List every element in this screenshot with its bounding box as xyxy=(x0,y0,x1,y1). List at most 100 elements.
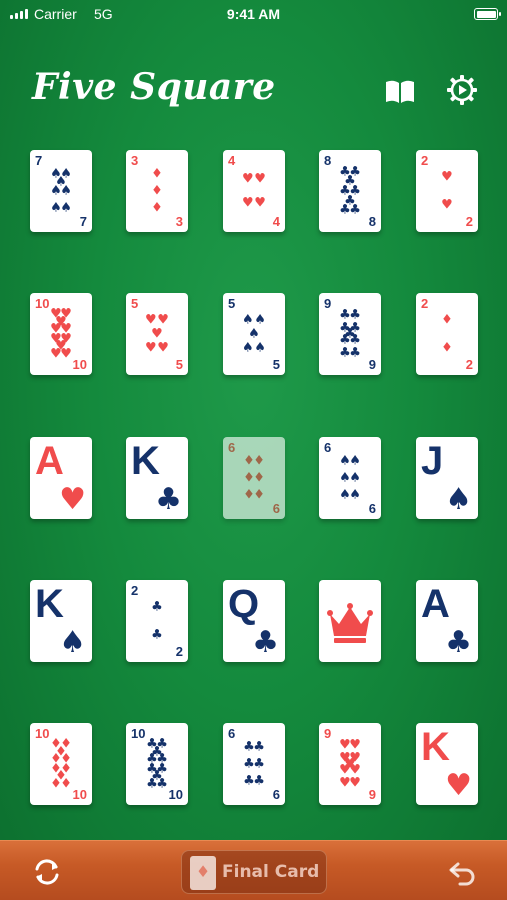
card-rank: 9 xyxy=(368,787,376,802)
card-rank: 3 xyxy=(175,214,183,229)
suit-pip: ♥ xyxy=(242,171,254,187)
card-rank: 6 xyxy=(228,726,236,741)
card-r1-c4[interactable]: 8 8 ♣ ♣ ♣ ♣ ♣ ♣ ♣ ♣ xyxy=(319,150,381,232)
suit-pip: ♥ xyxy=(242,195,254,211)
final-card-label: Final Card xyxy=(222,862,320,882)
card-rank: 3 xyxy=(131,153,139,168)
joker-card[interactable] xyxy=(319,580,381,662)
suit-pip: ♥ xyxy=(145,340,157,356)
card-rank: 2 xyxy=(421,153,429,168)
suit-pip: ♦ xyxy=(253,487,265,503)
card-r1-c1[interactable]: 7 7 ♠ ♠ ♠ ♠ ♠ ♠ ♠ xyxy=(30,150,92,232)
card-r2-c4[interactable]: 9 9 ♣ ♣ ♣ ♣ ♣ ♣ ♣ ♣ ♣ xyxy=(319,293,381,375)
suit-pip: ♠ xyxy=(254,312,266,328)
suit-pip: ♥ xyxy=(254,195,266,211)
card-r5-c3[interactable]: 6 6 ♣ ♣ ♣ ♣ ♣ ♣ xyxy=(223,723,285,805)
card-r5-c5[interactable]: K ♥ xyxy=(416,723,478,805)
card-rank: 10 xyxy=(168,787,183,802)
card-r2-c1[interactable]: 10 10 ♥ ♥ ♥ ♥ ♥ ♥ ♥ ♥ ♥ ♥ xyxy=(30,293,92,375)
card-rank: 7 xyxy=(35,153,43,168)
card-suit: ♠ xyxy=(59,625,86,660)
suit-pip: ♦ xyxy=(253,470,265,486)
card-rank: 9 xyxy=(368,357,376,372)
card-r3-c5[interactable]: J ♠ xyxy=(416,437,478,519)
card-rank: K xyxy=(35,582,64,626)
card-suit: ♠ xyxy=(445,482,472,517)
card-rank: K xyxy=(421,725,450,769)
card-rank: 10 xyxy=(72,787,87,802)
suit-pip: ♣ xyxy=(253,739,265,755)
card-rank: 9 xyxy=(324,296,332,311)
card-rank: 10 xyxy=(72,357,87,372)
card-rank: 6 xyxy=(272,787,280,802)
card-rank: 2 xyxy=(421,296,429,311)
suit-pip: ♦ xyxy=(253,453,265,469)
card-r1-c3[interactable]: 4 4 ♥ ♥ ♥ ♥ xyxy=(223,150,285,232)
card-r3-c4[interactable]: 6 6 ♠ ♠ ♠ ♠ ♠ ♠ xyxy=(319,437,381,519)
crown-icon xyxy=(327,603,373,643)
suit-pip: ♠ xyxy=(242,312,254,328)
card-rank: 7 xyxy=(79,214,87,229)
suit-pip: ♠ xyxy=(349,470,361,486)
card-rank: 2 xyxy=(175,644,183,659)
card-r2-c5[interactable]: 2 2 ♦ ♦ xyxy=(416,293,478,375)
card-r4-c1[interactable]: K ♠ xyxy=(30,580,92,662)
suit-pip: ♥ xyxy=(151,326,163,342)
suit-pip: ♥ xyxy=(145,312,157,328)
card-r5-c1[interactable]: 10 10 ♦ ♦ ♦ ♦ ♦ ♦ ♦ ♦ ♦ ♦ xyxy=(30,723,92,805)
suit-pip: ♠ xyxy=(60,183,72,199)
suit-pip: ♥ xyxy=(441,197,453,213)
card-r4-c3[interactable]: Q ♣ xyxy=(223,580,285,662)
bottom-toolbar: ♦ Final Card xyxy=(0,840,507,900)
card-rank: 4 xyxy=(228,153,236,168)
card-rank: 6 xyxy=(272,501,280,516)
card-rank: K xyxy=(131,439,160,483)
undo-icon[interactable] xyxy=(446,855,480,889)
card-rank: 8 xyxy=(324,153,332,168)
suit-pip: ♦ xyxy=(151,200,163,216)
card-rank: 5 xyxy=(131,296,139,311)
suit-pip: ♠ xyxy=(242,340,254,356)
card-suit: ♣ xyxy=(252,625,279,660)
card-r4-c2[interactable]: 2 2 ♣ ♣ xyxy=(126,580,188,662)
final-card-button[interactable]: ♦ Final Card xyxy=(181,850,327,894)
card-rank: 10 xyxy=(35,296,50,311)
card-r3-c3[interactable]: 6 6 ♦ ♦ ♦ ♦ ♦ ♦ xyxy=(223,437,285,519)
suit-pip: ♦ xyxy=(151,183,163,199)
card-r5-c4[interactable]: 9 9 ♥ ♥ ♥ ♥ ♥ ♥ ♥ ♥ ♥ xyxy=(319,723,381,805)
suit-pip: ♥ xyxy=(157,312,169,328)
card-rank: 5 xyxy=(228,296,236,311)
card-rank: 4 xyxy=(272,214,280,229)
card-rank: 2 xyxy=(465,357,473,372)
suit-pip: ♥ xyxy=(60,346,72,362)
suit-pip: ♦ xyxy=(441,312,453,328)
card-r1-c2[interactable]: 3 3 ♦ ♦ ♦ xyxy=(126,150,188,232)
refresh-icon[interactable] xyxy=(30,855,64,889)
card-rank: 6 xyxy=(324,440,332,455)
card-r1-c5[interactable]: 2 2 ♥ ♥ xyxy=(416,150,478,232)
card-suit: ♥ xyxy=(59,482,86,517)
card-r2-c3[interactable]: 5 5 ♠ ♠ ♠ ♠ ♠ xyxy=(223,293,285,375)
suit-pip: ♥ xyxy=(157,340,169,356)
card-r5-c2[interactable]: 10 10 ♣ ♣ ♣ ♣ ♣ ♣ ♣ ♣ ♣ ♣ xyxy=(126,723,188,805)
suit-pip: ♠ xyxy=(254,340,266,356)
card-rank: 5 xyxy=(272,357,280,372)
card-r2-c2[interactable]: 5 5 ♥ ♥ ♥ ♥ ♥ xyxy=(126,293,188,375)
card-suit: ♣ xyxy=(445,625,472,660)
suit-pip: ♠ xyxy=(248,326,260,342)
card-rank: 2 xyxy=(131,583,139,598)
suit-pip: ♣ xyxy=(151,627,163,643)
card-grid: 7 7 ♠ ♠ ♠ ♠ ♠ ♠ ♠ 3 3 ♦ ♦ ♦ 4 4 ♥ ♥ ♥ ♥ 8 8 ♣ ♣ ♣ ♣ ♣ ♣ ♣ ♣ 2 2 ♥ ♥ 10 10 ♥ ♥… xyxy=(0,0,507,900)
suit-pip: ♥ xyxy=(254,171,266,187)
card-rank: 10 xyxy=(35,726,50,741)
card-r3-c2[interactable]: K ♣ xyxy=(126,437,188,519)
card-r4-c5[interactable]: A ♣ xyxy=(416,580,478,662)
suit-pip: ♠ xyxy=(60,200,72,216)
card-rank: 2 xyxy=(465,214,473,229)
suit-pip: ♣ xyxy=(151,599,163,615)
card-rank: A xyxy=(421,582,450,626)
card-r3-c1[interactable]: A ♥ xyxy=(30,437,92,519)
suit-pip: ♦ xyxy=(151,166,163,182)
suit-pip: ♣ xyxy=(156,776,168,792)
card-rank: Q xyxy=(228,582,260,626)
